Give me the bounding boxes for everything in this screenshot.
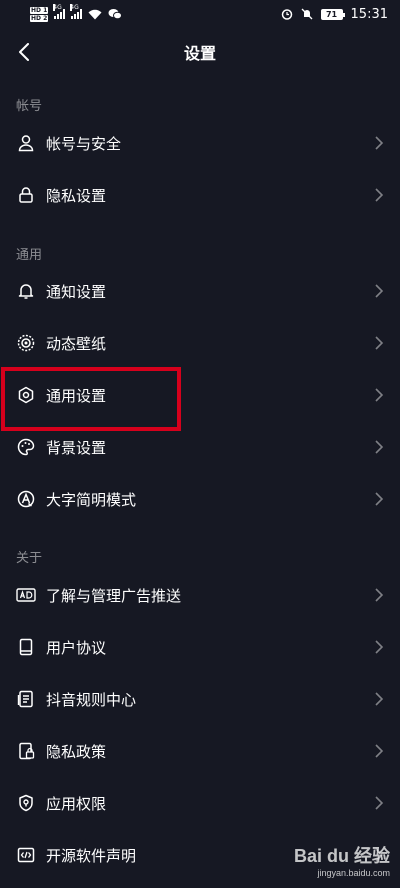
row-label: 大字简明模式 — [46, 490, 137, 509]
shield-icon — [16, 793, 36, 813]
settings-row-privacy-policy[interactable]: 隐私政策 — [0, 725, 400, 777]
settings-row-app-permissions[interactable]: 应用权限 — [0, 777, 400, 829]
settings-row-rules-center[interactable]: 抖音规则中心 — [0, 673, 400, 725]
palette-icon — [16, 437, 36, 457]
hd1-badge: HD 1 — [30, 6, 49, 14]
signal-icon-2: 4G — [70, 4, 83, 19]
chevron-right-icon — [375, 744, 384, 758]
chevron-right-icon — [375, 284, 384, 298]
chevron-right-icon — [375, 440, 384, 454]
row-label: 应用权限 — [46, 794, 107, 813]
section-header-general: 通用 — [16, 248, 43, 263]
hd2-badge: HD 2 — [30, 14, 49, 22]
mute-icon — [301, 8, 313, 20]
nav-bar: 设置 — [0, 28, 400, 76]
chevron-right-icon — [375, 796, 384, 810]
chevron-right-icon — [375, 588, 384, 602]
settings-row-notification-settings[interactable]: 通知设置 — [0, 265, 400, 317]
wechat-icon — [108, 8, 123, 20]
status-left: HD 1 HD 2 4G 4G — [30, 4, 123, 22]
chevron-right-icon — [375, 136, 384, 150]
row-label: 了解与管理广告推送 — [46, 586, 182, 605]
battery-icon: 71 — [320, 8, 345, 20]
row-label: 隐私设置 — [46, 186, 107, 205]
row-label: 抖音规则中心 — [46, 690, 137, 709]
row-label: 帐号与安全 — [46, 134, 122, 153]
person-icon — [16, 133, 36, 153]
row-label: 通知设置 — [46, 282, 107, 301]
section-header-about: 关于 — [16, 551, 43, 566]
font-size-icon — [16, 489, 36, 509]
ad-icon — [16, 585, 36, 605]
row-label: 用户协议 — [46, 638, 107, 657]
settings-row-large-font-mode[interactable]: 大字简明模式 — [0, 473, 400, 525]
settings-row-ad-management[interactable]: 了解与管理广告推送 — [0, 569, 400, 621]
chevron-right-icon — [375, 388, 384, 402]
row-label: 动态壁纸 — [46, 334, 107, 353]
chevron-right-icon — [375, 692, 384, 706]
bell-icon — [16, 281, 36, 301]
section-header-account: 帐号 — [16, 99, 43, 114]
status-time: 15:31 — [350, 6, 388, 22]
settings-row-account-security[interactable]: 帐号与安全 — [0, 117, 400, 169]
signal-icon: 4G — [53, 4, 66, 19]
status-right: 71 15:31 — [281, 7, 388, 22]
highlight-annotation-box — [1, 367, 181, 431]
rules-icon — [16, 689, 36, 709]
alarm-icon — [281, 8, 293, 20]
network-type-2: 4G — [70, 4, 79, 11]
watermark-brand: Bai du 经验 — [293, 846, 390, 866]
status-bar: HD 1 HD 2 4G 4G 71 15:31 — [0, 0, 400, 28]
row-label: 隐私政策 — [46, 742, 107, 761]
code-icon — [16, 845, 36, 865]
book-icon — [16, 637, 36, 657]
network-type-1: 4G — [53, 4, 62, 11]
lock-icon — [16, 185, 36, 205]
baidu-jingyan-watermark: Bai du 经验 jingyan.baidu.com — [294, 842, 390, 878]
chevron-right-icon — [375, 188, 384, 202]
chevron-right-icon — [375, 492, 384, 506]
chevron-right-icon — [375, 640, 384, 654]
wifi-icon — [88, 9, 102, 20]
row-label: 背景设置 — [46, 438, 107, 457]
hd-indicators: HD 1 HD 2 — [30, 6, 49, 22]
settings-row-user-agreement[interactable]: 用户协议 — [0, 621, 400, 673]
live-wallpaper-icon — [16, 333, 36, 353]
watermark-url: jingyan.baidu.com — [317, 868, 390, 878]
page-title: 设置 — [183, 44, 216, 63]
chevron-right-icon — [375, 336, 384, 350]
settings-row-privacy-settings[interactable]: 隐私设置 — [0, 169, 400, 221]
settings-row-live-wallpaper[interactable]: 动态壁纸 — [0, 317, 400, 369]
privacy-policy-icon — [16, 741, 36, 761]
